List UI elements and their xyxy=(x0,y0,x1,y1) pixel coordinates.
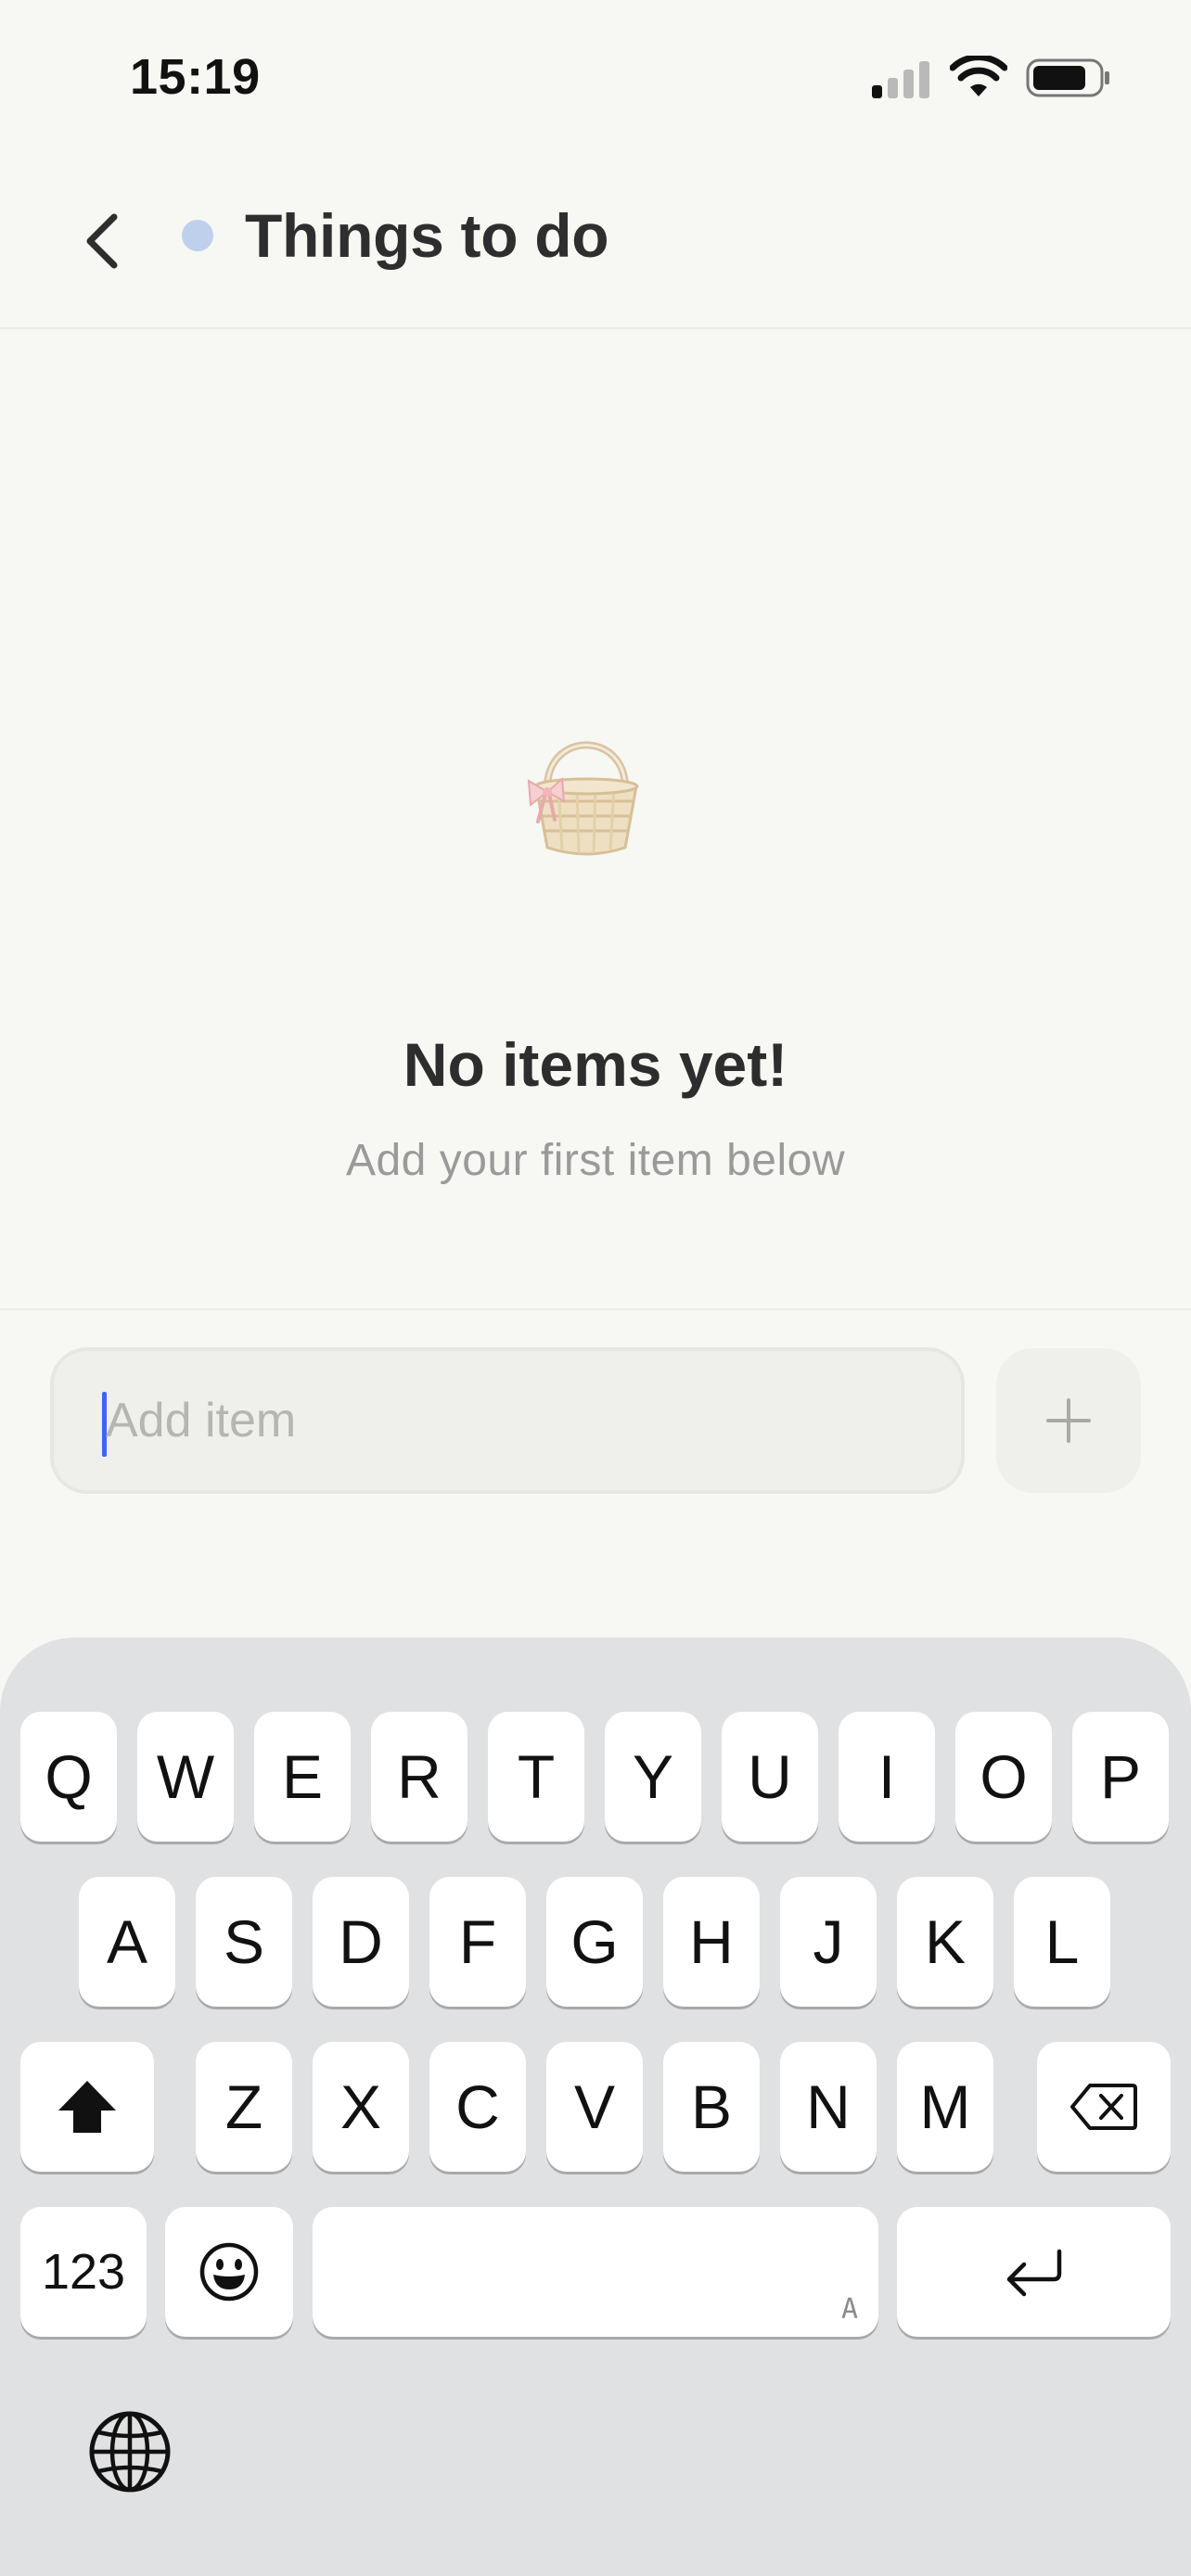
delete-icon xyxy=(1070,2084,1137,2130)
divider xyxy=(0,1308,1191,1310)
back-button[interactable] xyxy=(65,204,139,278)
key-label: M xyxy=(919,2072,971,2141)
numbers-key[interactable]: 123 xyxy=(20,2207,147,2337)
key-x[interactable]: X xyxy=(313,2042,409,2172)
key-d[interactable]: D xyxy=(313,1877,409,2007)
key-label: O xyxy=(980,1742,1028,1811)
key-label: G xyxy=(570,1907,619,1976)
key-label: I xyxy=(877,1742,896,1811)
key-label: P xyxy=(1099,1742,1142,1811)
plus-icon xyxy=(1046,1398,1091,1443)
shift-key[interactable] xyxy=(20,2042,154,2172)
key-label: Q xyxy=(45,1742,93,1811)
wifi-icon xyxy=(950,56,1007,96)
key-o[interactable]: O xyxy=(955,1712,1052,1842)
key-label: Z xyxy=(224,2072,263,2141)
key-s[interactable]: S xyxy=(196,1877,292,2007)
header: Things to do xyxy=(0,158,1191,329)
delete-key[interactable] xyxy=(1037,2042,1171,2172)
key-c[interactable]: C xyxy=(429,2042,526,2172)
empty-state-title: No items yet! xyxy=(403,1030,788,1099)
numbers-key-label: 123 xyxy=(41,2244,126,2300)
status-time: 15:19 xyxy=(130,49,261,105)
key-a[interactable]: A xyxy=(79,1877,175,2007)
key-label: R xyxy=(397,1742,442,1811)
key-l[interactable]: L xyxy=(1014,1877,1110,2007)
key-label: W xyxy=(156,1742,215,1811)
key-label: K xyxy=(924,1907,967,1976)
key-label: S xyxy=(223,1907,265,1976)
key-label: A xyxy=(106,1907,148,1976)
key-label: N xyxy=(806,2072,851,2141)
globe-key[interactable] xyxy=(82,2404,178,2500)
key-v[interactable]: V xyxy=(546,2042,643,2172)
add-item-input[interactable] xyxy=(106,1351,941,1490)
chevron-left-icon xyxy=(86,213,118,269)
status-bar: 15:19 xyxy=(0,0,1191,158)
add-item-button[interactable] xyxy=(996,1348,1141,1493)
add-item-field[interactable] xyxy=(50,1347,965,1494)
basket-icon xyxy=(527,741,639,856)
battery-icon xyxy=(1026,58,1109,97)
key-n[interactable]: N xyxy=(780,2042,877,2172)
key-label: U xyxy=(748,1742,792,1811)
key-label: V xyxy=(573,2072,616,2141)
key-u[interactable]: U xyxy=(722,1712,818,1842)
key-label: E xyxy=(281,1742,324,1811)
key-b[interactable]: B xyxy=(663,2042,760,2172)
globe-icon xyxy=(89,2411,171,2493)
key-label: L xyxy=(1044,1907,1080,1976)
cellular-signal-icon xyxy=(872,61,929,98)
space-key[interactable]: A xyxy=(313,2207,878,2337)
key-label: H xyxy=(689,1907,734,1976)
return-key[interactable] xyxy=(897,2207,1171,2337)
key-g[interactable]: G xyxy=(546,1877,643,2007)
key-label: C xyxy=(455,2072,500,2141)
key-t[interactable]: T xyxy=(488,1712,584,1842)
key-f[interactable]: F xyxy=(429,1877,526,2007)
key-label: D xyxy=(339,1907,383,1976)
key-label: F xyxy=(458,1907,497,1976)
key-label: J xyxy=(813,1907,844,1976)
key-i[interactable]: I xyxy=(839,1712,935,1842)
emoji-icon xyxy=(199,2242,259,2302)
key-j[interactable]: J xyxy=(780,1877,877,2007)
emoji-key[interactable] xyxy=(165,2207,293,2337)
key-r[interactable]: R xyxy=(371,1712,467,1842)
key-label: B xyxy=(690,2072,733,2141)
key-label: T xyxy=(517,1742,556,1811)
key-m[interactable]: M xyxy=(897,2042,993,2172)
key-h[interactable]: H xyxy=(663,1877,760,2007)
key-q[interactable]: Q xyxy=(20,1712,117,1842)
space-key-hint: A xyxy=(840,2293,858,2326)
shift-icon xyxy=(58,2081,116,2133)
key-z[interactable]: Z xyxy=(196,2042,292,2172)
key-k[interactable]: K xyxy=(897,1877,993,2007)
page-title: Things to do xyxy=(245,201,609,270)
key-w[interactable]: W xyxy=(137,1712,234,1842)
empty-state-subtitle: Add your first item below xyxy=(345,1136,846,1185)
key-label: Y xyxy=(632,1742,674,1811)
key-y[interactable]: Y xyxy=(605,1712,701,1842)
key-e[interactable]: E xyxy=(254,1712,351,1842)
key-label: X xyxy=(339,2072,382,2141)
return-icon xyxy=(1006,2249,1061,2297)
list-color-dot xyxy=(182,220,213,251)
key-p[interactable]: P xyxy=(1072,1712,1169,1842)
